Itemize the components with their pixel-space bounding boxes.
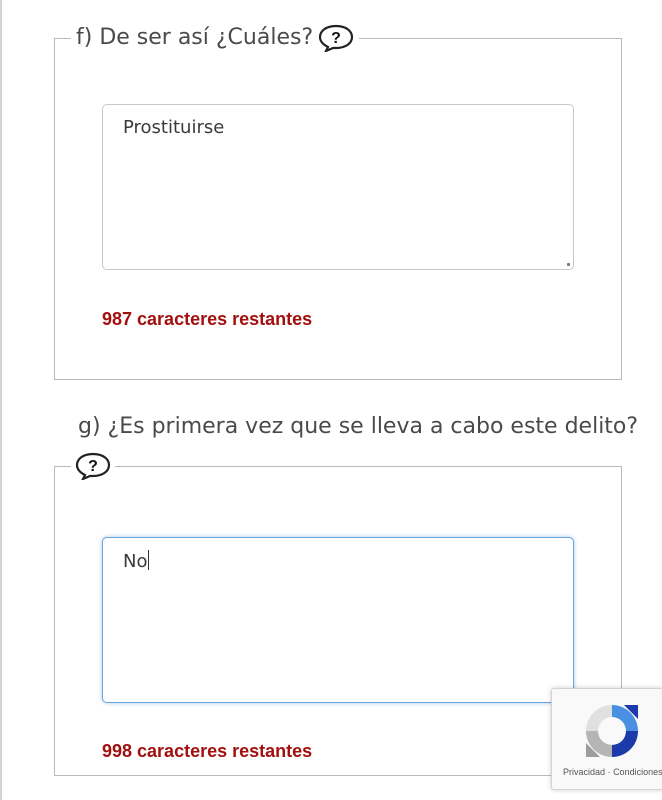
privacy-link[interactable]: Privacidad <box>563 767 605 777</box>
terms-link[interactable]: Condiciones <box>613 767 662 777</box>
resize-handle[interactable] <box>567 263 570 266</box>
answer-g-textarea[interactable]: No <box>102 537 574 703</box>
question-f-label: f) De ser así ¿Cuáles? <box>76 25 314 50</box>
question-g-label: g) ¿Es primera vez que se lleva a cabo e… <box>78 414 639 439</box>
left-border <box>0 0 2 800</box>
legend-g: ? <box>71 452 115 480</box>
char-counter-f: 987 caracteres restantes <box>102 309 313 329</box>
help-icon[interactable]: ? <box>318 24 354 52</box>
answer-g-value: No <box>123 551 148 572</box>
recaptcha-logo-icon <box>580 699 644 767</box>
recaptcha-links: Privacidad · Condiciones <box>552 767 662 777</box>
answer-f-textarea[interactable]: Prostituirse <box>102 104 574 270</box>
answer-f-value: Prostituirse <box>123 117 225 138</box>
text-caret <box>148 550 150 570</box>
svg-text:?: ? <box>331 30 341 47</box>
svg-text:?: ? <box>88 458 98 475</box>
char-counter-g: 998 caracteres restantes <box>102 741 313 761</box>
legend-f: f) De ser así ¿Cuáles? ? <box>71 24 359 52</box>
link-separator: · <box>607 767 611 777</box>
recaptcha-badge[interactable]: Privacidad · Condiciones <box>551 688 662 790</box>
help-icon[interactable]: ? <box>75 452 111 480</box>
